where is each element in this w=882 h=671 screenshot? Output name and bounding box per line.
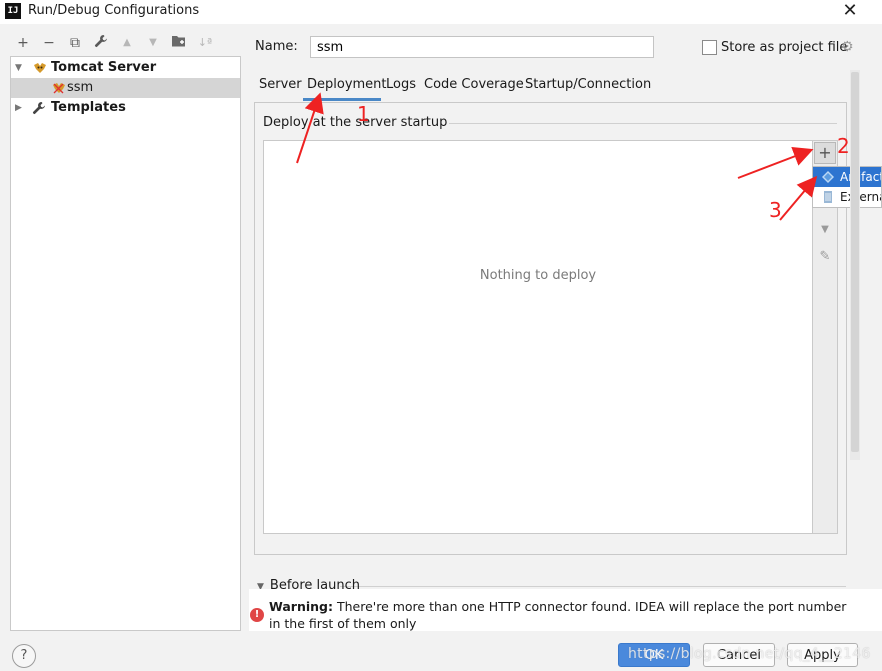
annotation-arrow-2 xyxy=(737,146,814,179)
annotation-overlay xyxy=(296,92,818,221)
annotation-number-1: 1 xyxy=(357,102,370,126)
annotation-number-2: 2 xyxy=(837,134,850,158)
annotation-arrow-1 xyxy=(296,92,324,164)
annotation-number-3: 3 xyxy=(769,198,782,222)
annotation-arrow-3 xyxy=(779,175,818,221)
